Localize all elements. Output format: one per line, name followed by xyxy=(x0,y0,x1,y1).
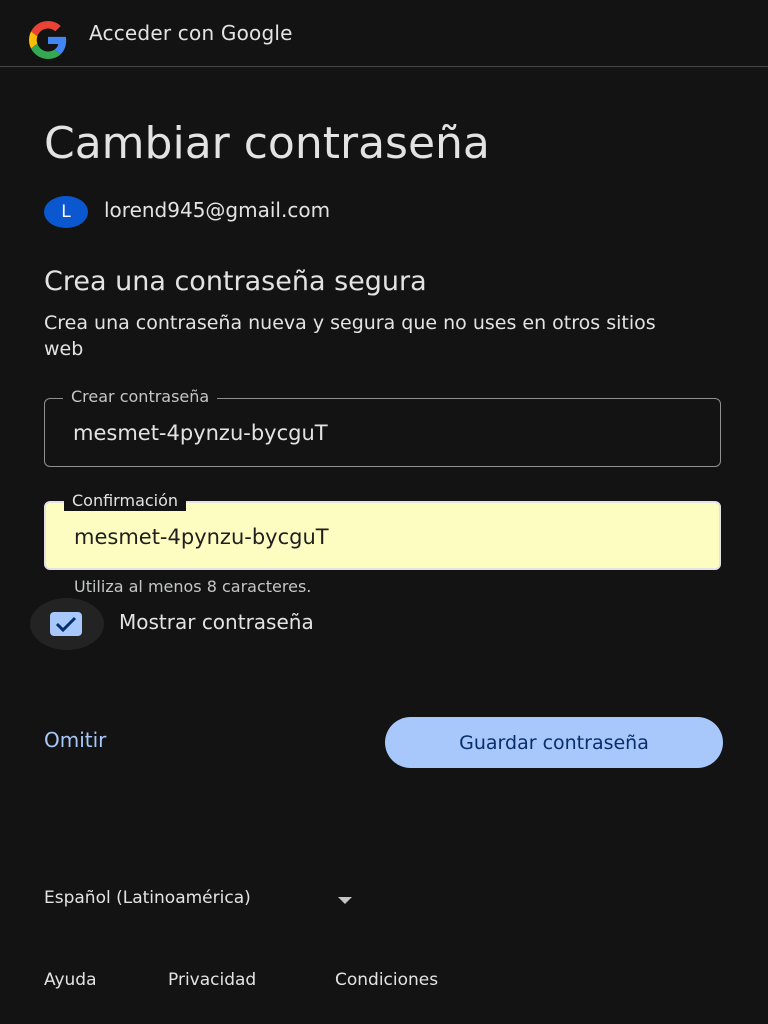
language-selector[interactable]: Español (Latinoamérica) xyxy=(44,888,364,914)
create-password-input[interactable] xyxy=(73,416,693,450)
confirm-password-input[interactable] xyxy=(74,520,694,554)
create-password-label: Crear contraseña xyxy=(63,387,218,407)
show-password-toggle[interactable]: Mostrar contraseña xyxy=(30,598,390,650)
show-password-label: Mostrar contraseña xyxy=(119,610,314,634)
skip-button[interactable]: Omitir xyxy=(44,728,106,752)
show-password-checkbox[interactable] xyxy=(50,612,82,636)
confirm-password-label: Confirmación xyxy=(64,491,187,511)
save-password-button[interactable]: Guardar contraseña xyxy=(385,717,723,768)
help-link[interactable]: Ayuda xyxy=(44,970,97,990)
page-title: Cambiar contraseña xyxy=(44,118,490,169)
checkmark-icon xyxy=(55,616,77,633)
privacy-link[interactable]: Privacidad xyxy=(168,970,256,990)
top-bar: Acceder con Google xyxy=(0,0,768,67)
account-email: lorend945@gmail.com xyxy=(104,198,331,222)
footer-links: Ayuda Privacidad Condiciones xyxy=(44,970,744,996)
confirm-password-field[interactable]: Confirmación xyxy=(44,491,721,570)
terms-link[interactable]: Condiciones xyxy=(335,970,438,990)
change-password-page: Acceder con Google Cambiar contraseña L … xyxy=(0,0,768,1024)
section-description: Crea una contraseña nueva y segura que n… xyxy=(44,312,656,360)
language-label: Español (Latinoamérica) xyxy=(44,888,251,908)
section-title: Crea una contraseña segura xyxy=(44,266,427,297)
avatar: L xyxy=(44,196,88,228)
create-password-field[interactable]: Crear contraseña xyxy=(44,387,721,467)
caret-down-icon xyxy=(338,897,352,904)
password-hint: Utiliza al menos 8 caracteres. xyxy=(74,577,312,596)
google-g-icon xyxy=(29,21,67,59)
header-title: Acceder con Google xyxy=(89,21,293,45)
